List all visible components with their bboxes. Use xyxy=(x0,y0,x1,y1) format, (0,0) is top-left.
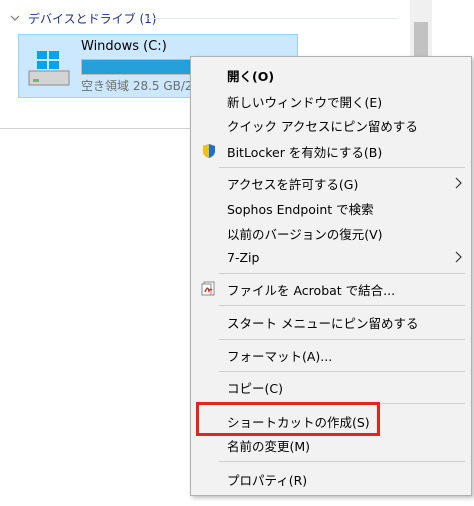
menu-item-7zip[interactable]: 7-Zip xyxy=(191,245,471,269)
menu-separator xyxy=(219,403,465,404)
menu-separator xyxy=(219,461,465,462)
menu-item-label: 以前のバージョンの復元(V) xyxy=(227,226,383,242)
group-header-label: デバイスとドライブ (1) xyxy=(28,11,157,26)
scrollbar-thumb[interactable] xyxy=(414,22,428,60)
menu-separator xyxy=(219,339,465,340)
menu-item-label: フォーマット(A)... xyxy=(227,348,333,364)
hard-drive-icon xyxy=(28,51,70,86)
menu-item-label: クイック アクセスにピン留めする xyxy=(227,118,418,134)
menu-separator xyxy=(219,371,465,372)
menu-separator xyxy=(219,305,465,306)
chevron-down-icon xyxy=(10,15,20,21)
menu-item-label: スタート メニューにピン留めする xyxy=(227,315,419,331)
menu-item-rename[interactable]: 名前の変更(M) xyxy=(191,433,471,457)
explorer-bottom-border xyxy=(0,128,190,129)
menu-item-label: 新しいウィンドウで開く(E) xyxy=(227,94,383,110)
menu-item-label: コピー(C) xyxy=(227,380,283,396)
menu-item-acrobat-combine[interactable]: ファイルを Acrobat で結合... xyxy=(191,277,471,301)
menu-item-open-new-window[interactable]: 新しいウィンドウで開く(E) xyxy=(191,89,471,113)
menu-item-label: 7-Zip xyxy=(227,249,260,265)
chevron-right-icon xyxy=(455,251,462,263)
acrobat-icon xyxy=(201,281,215,296)
menu-item-label: 名前の変更(M) xyxy=(227,438,311,454)
menu-item-give-access[interactable]: アクセスを許可する(G) xyxy=(191,171,471,195)
menu-item-label: 開く(O) xyxy=(227,68,275,84)
menu-item-sophos-scan[interactable]: Sophos Endpoint で検索 xyxy=(191,196,471,220)
drive-name: Windows (C:) xyxy=(81,39,167,54)
menu-item-label: Sophos Endpoint で検索 xyxy=(227,201,374,217)
menu-item-label: プロパティ(R) xyxy=(227,472,308,488)
menu-item-properties[interactable]: プロパティ(R) xyxy=(191,467,471,491)
group-header-devices[interactable]: デバイスとドライブ (1) xyxy=(8,8,156,28)
menu-separator xyxy=(219,167,465,168)
menu-item-restore-previous[interactable]: 以前のバージョンの復元(V) xyxy=(191,221,471,245)
menu-item-label: BitLocker を有効にする(B) xyxy=(227,144,383,160)
menu-item-copy[interactable]: コピー(C) xyxy=(191,375,471,399)
group-divider xyxy=(148,18,398,19)
context-menu: 開く(O) 新しいウィンドウで開く(E) クイック アクセスにピン留めする Bi… xyxy=(190,56,472,496)
menu-item-bitlocker[interactable]: BitLocker を有効にする(B) xyxy=(191,139,471,163)
menu-item-pin-start[interactable]: スタート メニューにピン留めする xyxy=(191,310,471,334)
menu-item-label: アクセスを許可する(G) xyxy=(227,176,359,192)
menu-item-label: ファイルを Acrobat で結合... xyxy=(227,282,396,298)
shield-icon xyxy=(203,144,215,158)
menu-item-create-shortcut[interactable]: ショートカットの作成(S) xyxy=(191,409,471,433)
menu-item-open[interactable]: 開く(O) xyxy=(191,63,471,87)
chevron-right-icon xyxy=(455,177,462,189)
menu-item-pin-quick-access[interactable]: クイック アクセスにピン留めする xyxy=(191,113,471,137)
menu-item-format[interactable]: フォーマット(A)... xyxy=(191,343,471,367)
menu-separator xyxy=(219,273,465,274)
menu-item-label: ショートカットの作成(S) xyxy=(227,414,370,430)
